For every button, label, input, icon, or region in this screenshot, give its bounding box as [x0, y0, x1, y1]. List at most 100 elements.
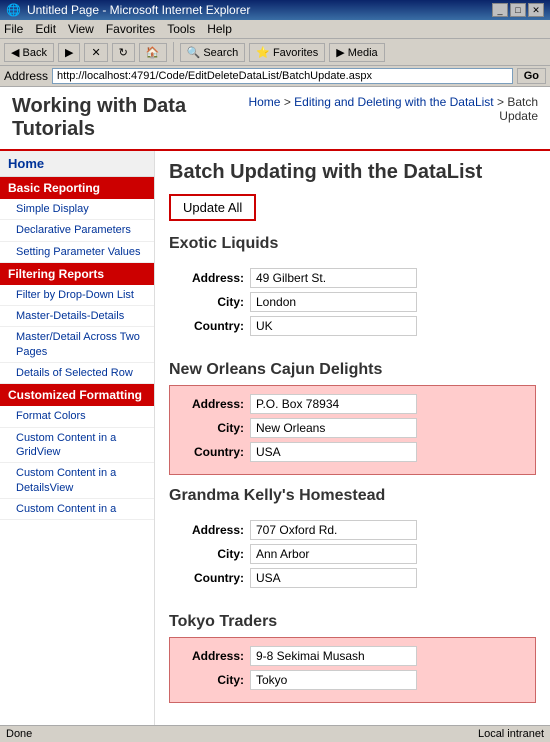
status-text: Done	[6, 728, 32, 740]
company-section-0: Exotic Liquids Address: City: Country:	[169, 235, 536, 349]
ie-icon: 🌐	[6, 3, 21, 17]
field-row-address-3: Address:	[180, 646, 525, 666]
field-row-city-1: City:	[180, 418, 525, 438]
update-all-button[interactable]: Update All	[169, 194, 256, 221]
address-input-3[interactable]	[250, 646, 417, 666]
breadcrumb-page: Batch Update	[499, 95, 538, 123]
company-section-1: New Orleans Cajun Delights Address: City…	[169, 361, 536, 475]
forward-button[interactable]: ▶	[58, 43, 80, 62]
sidebar-item-master-details[interactable]: Master-Details-Details	[0, 306, 154, 327]
company-details-2: Address: City: Country:	[169, 511, 536, 601]
sidebar-item-setting-parameter-values[interactable]: Setting Parameter Values	[0, 242, 154, 263]
sidebar-item-format-colors[interactable]: Format Colors	[0, 406, 154, 427]
menu-tools[interactable]: Tools	[167, 22, 195, 36]
country-label-0: Country:	[180, 319, 250, 333]
toolbar: ◀ Back ▶ ✕ ↻ 🏠 🔍 Search ⭐ Favorites ▶ Me…	[0, 39, 550, 66]
sidebar-section-filtering-reports: Filtering Reports	[0, 263, 154, 285]
menu-edit[interactable]: Edit	[35, 22, 56, 36]
company-section-2: Grandma Kelly's Homestead Address: City:…	[169, 487, 536, 601]
sidebar-item-custom-detailsview[interactable]: Custom Content in a DetailsView	[0, 463, 154, 499]
company-details-3: Address: City:	[169, 637, 536, 703]
address-input-0[interactable]	[250, 268, 417, 288]
company-name-1: New Orleans Cajun Delights	[169, 361, 536, 379]
window-controls[interactable]: _ □ ✕	[492, 3, 544, 17]
menu-view[interactable]: View	[68, 22, 94, 36]
stop-button[interactable]: ✕	[84, 43, 107, 62]
company-details-0: Address: City: Country:	[169, 259, 536, 349]
toolbar-separator	[173, 42, 174, 62]
site-title: Working with Data Tutorials	[12, 95, 244, 141]
city-input-2[interactable]	[250, 544, 417, 564]
city-label-3: City:	[180, 673, 250, 687]
menu-bar: File Edit View Favorites Tools Help	[0, 20, 550, 39]
country-input-2[interactable]	[250, 568, 417, 588]
back-button[interactable]: ◀ Back	[4, 43, 54, 62]
close-btn[interactable]: ✕	[528, 3, 544, 17]
window-title: Untitled Page - Microsoft Internet Explo…	[27, 3, 250, 17]
city-input-1[interactable]	[250, 418, 417, 438]
menu-help[interactable]: Help	[207, 22, 232, 36]
page-title: Batch Updating with the DataList	[169, 161, 536, 184]
title-bar: 🌐 Untitled Page - Microsoft Internet Exp…	[0, 0, 550, 20]
country-label-2: Country:	[180, 571, 250, 585]
sidebar-item-custom-content[interactable]: Custom Content in a	[0, 499, 154, 520]
address-label-0: Address:	[180, 271, 250, 285]
field-row-country-2: Country:	[180, 568, 525, 588]
sidebar-item-master-detail-two-pages[interactable]: Master/Detail Across Two Pages	[0, 327, 154, 363]
page-wrapper: Working with Data Tutorials Home > Editi…	[0, 87, 550, 725]
field-row-country-1: Country:	[180, 442, 525, 462]
field-row-country-0: Country:	[180, 316, 525, 336]
address-input[interactable]	[52, 68, 513, 84]
country-label-1: Country:	[180, 445, 250, 459]
sidebar-home[interactable]: Home	[0, 151, 154, 177]
content-area: Home Basic Reporting Simple Display Decl…	[0, 151, 550, 725]
menu-favorites[interactable]: Favorites	[106, 22, 155, 36]
company-name-2: Grandma Kelly's Homestead	[169, 487, 536, 505]
address-input-2[interactable]	[250, 520, 417, 540]
maximize-btn[interactable]: □	[510, 3, 526, 17]
go-button[interactable]: Go	[517, 68, 546, 84]
main-content: Batch Updating with the DataList Update …	[155, 151, 550, 725]
company-name-0: Exotic Liquids	[169, 235, 536, 253]
city-label-0: City:	[180, 295, 250, 309]
company-details-1: Address: City: Country:	[169, 385, 536, 475]
sidebar-section-basic-reporting: Basic Reporting	[0, 177, 154, 199]
field-row-address-0: Address:	[180, 268, 525, 288]
company-section-3: Tokyo Traders Address: City:	[169, 613, 536, 703]
city-label-1: City:	[180, 421, 250, 435]
field-row-city-3: City:	[180, 670, 525, 690]
address-label-2: Address:	[180, 523, 250, 537]
zone-text: Local intranet	[478, 728, 544, 740]
favorites-button[interactable]: ⭐ Favorites	[249, 43, 325, 62]
city-input-0[interactable]	[250, 292, 417, 312]
status-bar: Done Local intranet	[0, 725, 550, 742]
refresh-button[interactable]: ↻	[112, 43, 135, 62]
sidebar-section-customized-formatting: Customized Formatting	[0, 384, 154, 406]
field-row-address-2: Address:	[180, 520, 525, 540]
breadcrumb-home[interactable]: Home	[248, 95, 280, 109]
sidebar: Home Basic Reporting Simple Display Decl…	[0, 151, 155, 725]
home-button[interactable]: 🏠	[139, 43, 167, 62]
sidebar-item-filter-dropdown[interactable]: Filter by Drop-Down List	[0, 285, 154, 306]
address-label-1: Address:	[180, 397, 250, 411]
field-row-address-1: Address:	[180, 394, 525, 414]
company-name-3: Tokyo Traders	[169, 613, 536, 631]
country-input-1[interactable]	[250, 442, 417, 462]
sidebar-item-custom-gridview[interactable]: Custom Content in a GridView	[0, 428, 154, 464]
media-button[interactable]: ▶ Media	[329, 43, 384, 62]
address-label-3: Address:	[180, 649, 250, 663]
site-header: Working with Data Tutorials Home > Editi…	[0, 87, 550, 151]
sidebar-item-declarative-parameters[interactable]: Declarative Parameters	[0, 220, 154, 241]
search-button[interactable]: 🔍 Search	[180, 43, 246, 62]
field-row-city-2: City:	[180, 544, 525, 564]
address-input-1[interactable]	[250, 394, 417, 414]
sidebar-item-simple-display[interactable]: Simple Display	[0, 199, 154, 220]
minimize-btn[interactable]: _	[492, 3, 508, 17]
menu-file[interactable]: File	[4, 22, 23, 36]
city-input-3[interactable]	[250, 670, 417, 690]
city-label-2: City:	[180, 547, 250, 561]
breadcrumb: Home > Editing and Deleting with the Dat…	[244, 95, 538, 123]
sidebar-item-selected-row[interactable]: Details of Selected Row	[0, 363, 154, 384]
breadcrumb-section[interactable]: Editing and Deleting with the DataList	[294, 95, 493, 109]
country-input-0[interactable]	[250, 316, 417, 336]
